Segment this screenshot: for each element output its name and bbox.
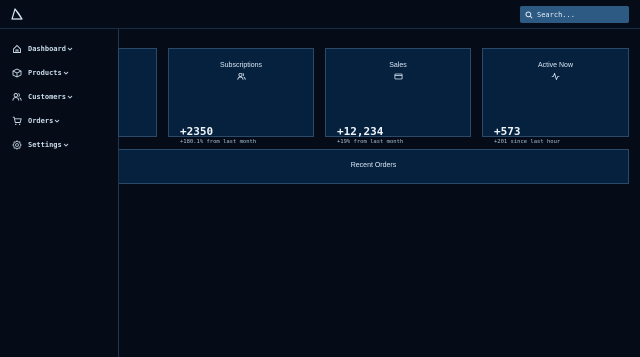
users-icon [236,72,246,80]
sidebar-item-products[interactable]: Products [12,67,69,79]
card-subtext: +180.1% from last month [180,139,257,145]
activity-icon [551,72,560,81]
search-icon [525,10,533,19]
stat-card-active-now: Active Now +573 +201 since last hour [482,48,629,145]
sidebar-item-customers[interactable]: Customers [12,91,73,103]
sidebar-item-label: Customers [28,93,66,101]
gear-icon [12,140,22,150]
chevron-down-icon [63,143,69,147]
logo-icon[interactable] [11,8,23,20]
search-placeholder: Search... [537,10,575,19]
sidebar-item-label: Orders [28,117,54,125]
card-value: +2350 [180,125,214,138]
card-subtext: +19% from last month [337,139,404,145]
main-content: Subscriptions +2350 +180.1% from last mo… [118,29,640,357]
card-title: Subscriptions [219,62,263,69]
card-value: +573 [494,125,521,138]
search-input[interactable]: Search... [520,6,629,23]
stat-card-subscriptions: Subscriptions +2350 +180.1% from last mo… [168,48,314,145]
card-title: Sales [389,62,407,69]
stat-card-sales: Sales +12,234 +19% from last month [325,48,471,145]
cart-icon [12,116,22,126]
home-icon [13,45,21,53]
card-value: +12,234 [337,125,384,138]
sidebar: Dashboard Products Customers Orders Sett… [0,29,119,357]
sidebar-item-label: Dashboard [28,45,66,53]
credit-card-icon [393,73,403,80]
sidebar-item-label: Products [28,69,62,77]
card-title: Active Now [537,62,573,69]
sidebar-item-dashboard[interactable]: Dashboard [12,43,73,55]
sidebar-item-orders[interactable]: Orders [12,115,60,127]
recent-orders-panel: Recent Orders [119,149,629,184]
box-icon [12,68,22,78]
stat-card-clipped [118,48,157,137]
top-bar: Search... [0,0,640,29]
chevron-down-icon [54,119,60,123]
users-icon [12,93,22,101]
sidebar-item-settings[interactable]: Settings [12,139,69,151]
chevron-down-icon [63,71,69,75]
sidebar-item-label: Settings [28,141,62,149]
recent-orders-title: Recent Orders [350,162,397,169]
card-subtext: +201 since last hour [494,139,561,145]
chevron-down-icon [67,95,73,99]
chevron-down-icon [67,47,73,51]
